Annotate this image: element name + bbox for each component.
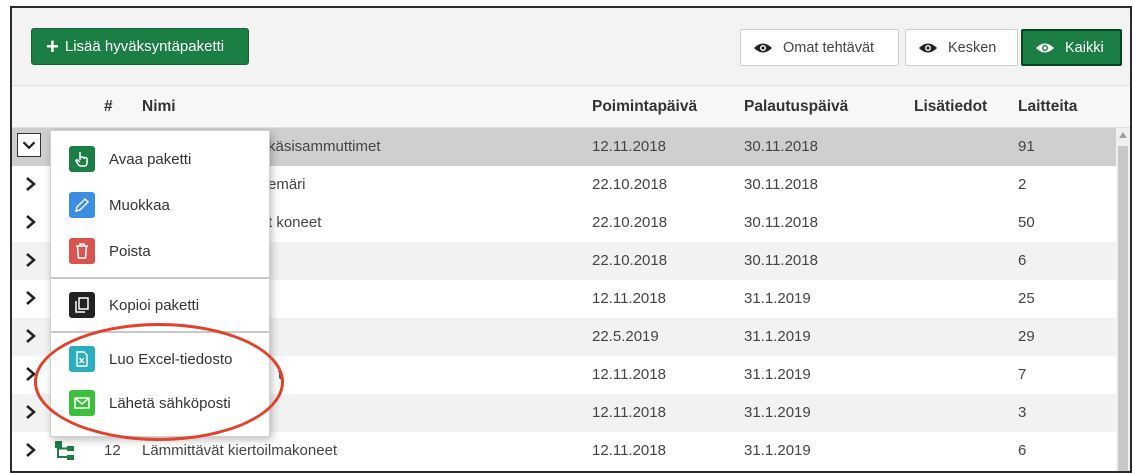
copy-icon bbox=[69, 292, 95, 318]
row-return-date: 30.11.2018 bbox=[744, 176, 818, 193]
menu-item-send-email[interactable]: Lähetä sähköposti bbox=[51, 381, 269, 425]
filter-in-progress-button[interactable]: Kesken bbox=[905, 29, 1018, 66]
filter-my-tasks-label: Omat tehtävät bbox=[783, 39, 875, 56]
column-header-devices[interactable]: Laitteita bbox=[1018, 98, 1077, 116]
chevron-down-icon bbox=[22, 141, 36, 150]
menu-item-copy-package-label: Kopioi paketti bbox=[109, 296, 200, 314]
menu-item-copy-package[interactable]: Kopioi paketti bbox=[51, 283, 269, 327]
row-pick-date: 12.11.2018 bbox=[592, 366, 666, 383]
row-return-date: 31.1.2019 bbox=[744, 404, 811, 421]
row-devices: 6 bbox=[1018, 252, 1027, 269]
scroll-up-arrow-icon[interactable] bbox=[1119, 132, 1127, 138]
row-devices: 2 bbox=[1018, 176, 1027, 193]
row-pick-date: 12.11.2018 bbox=[592, 404, 666, 421]
add-package-button[interactable]: + Lisää hyväksyntäpaketti bbox=[31, 28, 249, 65]
chevron-right-icon[interactable] bbox=[24, 327, 38, 345]
row-return-date: 31.1.2019 bbox=[744, 442, 811, 459]
menu-item-delete-label: Poista bbox=[109, 242, 151, 260]
toolbar: + Lisää hyväksyntäpaketti Omat tehtävät … bbox=[12, 8, 1130, 86]
row-return-date: 31.1.2019 bbox=[744, 290, 811, 307]
plus-icon: + bbox=[46, 33, 59, 59]
row-context-menu: Avaa paketti Muokkaa Poista Kopioi paket… bbox=[50, 130, 270, 437]
column-header-info[interactable]: Lisätiedot bbox=[914, 98, 987, 116]
row-pick-date: 12.11.2018 bbox=[592, 442, 666, 459]
vertical-scrollbar[interactable] bbox=[1116, 128, 1130, 471]
row-devices: 6 bbox=[1018, 442, 1027, 459]
row-devices: 29 bbox=[1018, 328, 1035, 345]
collapse-row-button[interactable] bbox=[17, 133, 41, 157]
eye-icon bbox=[754, 43, 772, 52]
menu-item-open-package[interactable]: Avaa paketti bbox=[51, 137, 269, 181]
row-pick-date: 22.10.2018 bbox=[592, 252, 668, 269]
filter-all-label: Kaikki bbox=[1065, 39, 1104, 56]
menu-item-edit-label: Muokkaa bbox=[109, 196, 170, 214]
table-header: # Nimi Poimintapäivä Palautuspäivä Lisät… bbox=[12, 86, 1130, 128]
excel-file-icon bbox=[69, 346, 95, 372]
filter-my-tasks-button[interactable]: Omat tehtävät bbox=[740, 29, 899, 66]
pencil-icon bbox=[69, 192, 95, 218]
menu-divider bbox=[51, 331, 269, 333]
chevron-right-icon[interactable] bbox=[24, 365, 38, 383]
row-devices: 50 bbox=[1018, 214, 1035, 231]
row-pick-date: 22.10.2018 bbox=[592, 176, 668, 193]
chevron-right-icon[interactable] bbox=[24, 251, 38, 269]
row-name: emäri bbox=[268, 176, 306, 193]
menu-divider bbox=[51, 277, 269, 279]
chevron-right-icon[interactable] bbox=[24, 403, 38, 421]
row-return-date: 31.1.2019 bbox=[744, 366, 811, 383]
menu-item-send-email-label: Lähetä sähköposti bbox=[109, 394, 231, 412]
row-devices: 25 bbox=[1018, 290, 1035, 307]
eye-icon bbox=[919, 43, 937, 52]
row-number: 12 bbox=[104, 442, 121, 459]
row-devices: 3 bbox=[1018, 404, 1027, 421]
filter-in-progress-label: Kesken bbox=[948, 39, 997, 56]
row-devices: 91 bbox=[1018, 138, 1035, 155]
menu-item-edit[interactable]: Muokkaa bbox=[51, 183, 269, 227]
row-return-date: 30.11.2018 bbox=[744, 214, 818, 231]
row-pick-date: 22.10.2018 bbox=[592, 214, 668, 231]
table-row[interactable]: 12 Lämmittävät kiertoilmakoneet 12.11.20… bbox=[12, 432, 1116, 470]
row-return-date: 30.11.2018 bbox=[744, 138, 818, 155]
row-return-date: 31.1.2019 bbox=[744, 328, 811, 345]
add-package-label: Lisää hyväksyntäpaketti bbox=[64, 38, 225, 55]
eye-icon bbox=[1036, 43, 1054, 52]
row-name: Lämmittävät kiertoilmakoneet bbox=[142, 442, 338, 459]
menu-item-open-package-label: Avaa paketti bbox=[109, 150, 192, 168]
hand-pointer-icon bbox=[69, 146, 95, 172]
menu-item-create-excel-label: Luo Excel-tiedosto bbox=[109, 350, 233, 368]
chevron-right-icon[interactable] bbox=[24, 213, 38, 231]
row-devices: 7 bbox=[1018, 366, 1027, 383]
column-header-name[interactable]: Nimi bbox=[142, 98, 176, 116]
menu-item-create-excel[interactable]: Luo Excel-tiedosto bbox=[51, 337, 269, 381]
row-pick-date: 22.5.2019 bbox=[592, 328, 659, 345]
tree-structure-icon bbox=[55, 441, 74, 460]
menu-item-delete[interactable]: Poista bbox=[51, 229, 269, 273]
chevron-right-icon[interactable] bbox=[24, 441, 38, 459]
column-header-return-date[interactable]: Palautuspäivä bbox=[744, 98, 848, 116]
column-header-number[interactable]: # bbox=[104, 98, 113, 116]
filter-all-button[interactable]: Kaikki bbox=[1021, 29, 1122, 66]
scrollbar-thumb[interactable] bbox=[1118, 146, 1128, 471]
row-name: t bbox=[278, 366, 283, 383]
column-header-pick-date[interactable]: Poimintapäivä bbox=[592, 98, 697, 116]
app-window: + Lisää hyväksyntäpaketti Omat tehtävät … bbox=[10, 6, 1132, 473]
row-pick-date: 12.11.2018 bbox=[592, 138, 666, 155]
chevron-right-icon[interactable] bbox=[24, 175, 38, 193]
row-name: t koneet bbox=[268, 214, 322, 231]
row-return-date: 30.11.2018 bbox=[744, 252, 818, 269]
row-name: käsisammuttimet bbox=[268, 138, 381, 155]
chevron-right-icon[interactable] bbox=[24, 289, 38, 307]
envelope-icon bbox=[69, 390, 95, 416]
trash-icon bbox=[69, 238, 95, 264]
row-pick-date: 12.11.2018 bbox=[592, 290, 666, 307]
